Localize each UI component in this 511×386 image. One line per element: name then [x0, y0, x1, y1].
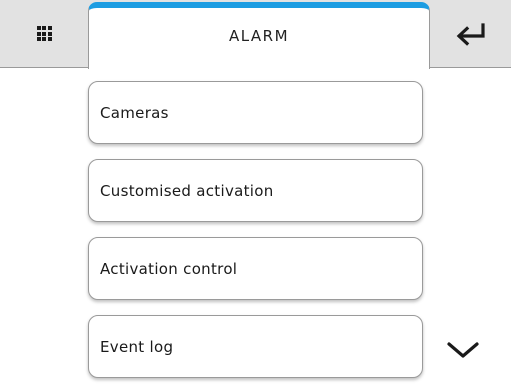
- chevron-down-icon: [447, 342, 479, 358]
- activation-control-button[interactable]: Activation control: [88, 237, 423, 300]
- menu-item-label: Event log: [100, 337, 174, 356]
- return-arrow-icon: [456, 22, 485, 46]
- grid-menu-icon: [36, 26, 52, 41]
- menu-item-label: Activation control: [100, 259, 238, 278]
- page-title: ALARM: [228, 26, 290, 45]
- apps-menu-button[interactable]: [0, 0, 88, 67]
- alarm-screen: ALARM Cameras Customised activation Acti…: [0, 0, 511, 386]
- title-tab: ALARM: [88, 2, 430, 69]
- event-log-button[interactable]: Event log: [88, 315, 423, 378]
- menu-item-label: Customised activation: [100, 181, 274, 200]
- back-button[interactable]: [431, 0, 511, 67]
- header-bar: ALARM: [0, 0, 511, 69]
- menu-item-label: Cameras: [100, 103, 169, 122]
- menu-list: Cameras Customised activation Activation…: [0, 68, 511, 386]
- cameras-button[interactable]: Cameras: [88, 81, 423, 144]
- customised-activation-button[interactable]: Customised activation: [88, 159, 423, 222]
- scroll-down-button[interactable]: [440, 330, 486, 370]
